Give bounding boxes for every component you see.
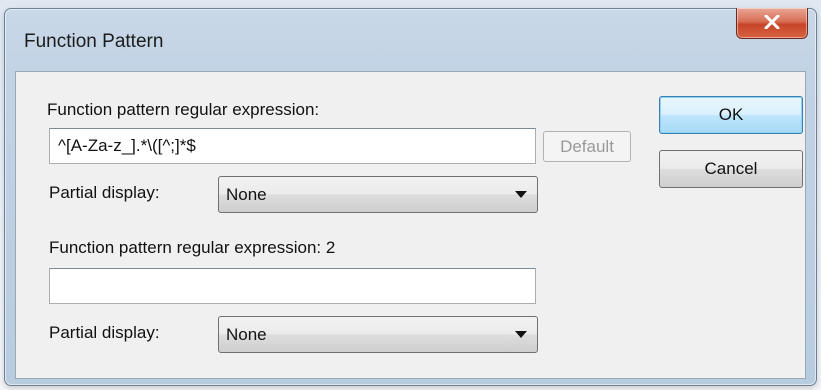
partial-display-value-2: None: [226, 325, 267, 344]
title-bar[interactable]: Function Pattern: [5, 8, 816, 71]
close-icon: [764, 15, 780, 29]
dialog-body: Function pattern regular expression: ^[A…: [15, 71, 806, 379]
pattern2-label: Function pattern regular expression: 2: [49, 238, 336, 257]
partial-display-select-1[interactable]: None: [218, 176, 538, 213]
function-pattern-dialog: Function Pattern Function pattern regula…: [4, 8, 817, 386]
chevron-down-icon: [515, 191, 527, 198]
cancel-button[interactable]: Cancel: [659, 150, 803, 188]
ok-button[interactable]: OK: [659, 96, 803, 134]
dialog-title: Function Pattern: [24, 31, 164, 52]
partial-display-select-2[interactable]: None: [218, 316, 538, 353]
close-button[interactable]: [736, 8, 808, 39]
pattern1-input[interactable]: ^[A-Za-z_].*\([^;]*$: [49, 128, 536, 164]
partial-display-label-2: Partial display:: [49, 323, 160, 342]
partial-display-label-1: Partial display:: [49, 183, 160, 202]
pattern1-label: Function pattern regular expression:: [47, 100, 320, 119]
partial-display-value-1: None: [226, 185, 267, 204]
pattern2-input[interactable]: [49, 268, 536, 304]
chevron-down-icon: [515, 331, 527, 338]
default-button[interactable]: Default: [543, 131, 631, 162]
